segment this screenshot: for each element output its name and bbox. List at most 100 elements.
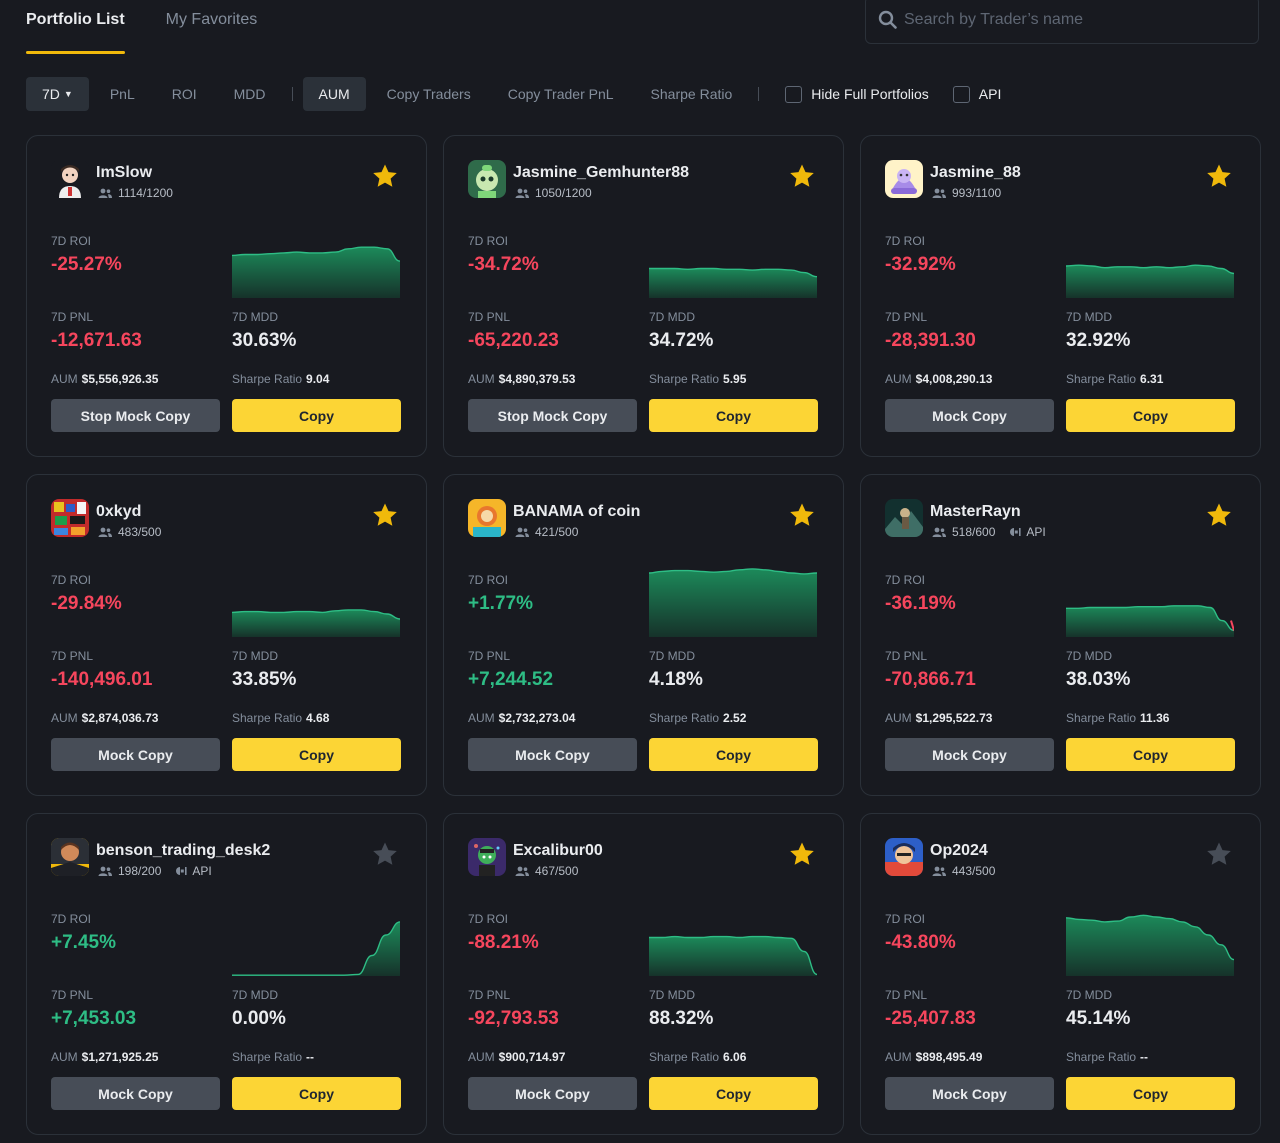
trader-name[interactable]: ImSlow	[96, 164, 152, 182]
avatar[interactable]	[468, 838, 506, 876]
trader-name[interactable]: MasterRayn	[930, 503, 1021, 521]
avatar[interactable]	[468, 160, 506, 198]
api-checkbox[interactable]: API	[952, 85, 1001, 103]
trader-name[interactable]: Jasmine_88	[930, 164, 1021, 182]
people-icon	[515, 866, 529, 876]
trader-name[interactable]: Excalibur00	[513, 842, 603, 860]
aum-value: $4,890,379.53	[498, 372, 576, 386]
copy-button[interactable]: Copy	[649, 1077, 818, 1110]
avatar[interactable]	[885, 838, 923, 876]
search-icon	[878, 10, 898, 30]
sparkline-area	[232, 921, 400, 976]
copy-button[interactable]: Copy	[1066, 738, 1235, 771]
sharpe-value: 4.68	[306, 711, 330, 725]
mock-copy-button[interactable]: Mock Copy	[51, 738, 220, 771]
sort-aum[interactable]: AUM	[302, 77, 366, 111]
favorite-star-icon[interactable]	[371, 841, 399, 868]
favorite-star-icon[interactable]	[371, 502, 399, 529]
pnl-label: 7D PNL	[51, 310, 94, 324]
mock-copy-button[interactable]: Stop Mock Copy	[51, 399, 220, 432]
avatar[interactable]	[885, 499, 923, 537]
roi-value: -88.21%	[468, 932, 539, 953]
portfolio-card[interactable]: ImSlow 1114/1200 API 7D ROI -25.27% 7D P…	[26, 135, 427, 457]
aum-value: $1,271,925.25	[81, 1050, 159, 1064]
avatar[interactable]	[468, 499, 506, 537]
mock-copy-button[interactable]: Mock Copy	[468, 738, 637, 771]
copy-button[interactable]: Copy	[232, 399, 401, 432]
favorite-star-icon[interactable]	[788, 502, 816, 529]
followers-count: 467/500	[535, 864, 579, 878]
followers-count: 421/500	[535, 525, 579, 539]
copy-button[interactable]: Copy	[649, 399, 818, 432]
trader-name[interactable]: 0xkyd	[96, 503, 141, 521]
portfolio-card[interactable]: Jasmine_Gemhunter88 1050/1200 API 7D ROI…	[443, 135, 844, 457]
portfolio-card[interactable]: benson_trading_desk2 198/200 API 7D ROI …	[26, 813, 427, 1135]
mock-copy-button[interactable]: Mock Copy	[885, 738, 1054, 771]
people-icon	[932, 866, 946, 876]
pnl-sparkline	[1066, 555, 1234, 637]
copy-button[interactable]: Copy	[232, 1077, 401, 1110]
sort-sharpe-ratio[interactable]: Sharpe Ratio	[635, 77, 749, 111]
copy-button[interactable]: Copy	[1066, 399, 1235, 432]
sort-copy-traders[interactable]: Copy Traders	[371, 77, 487, 111]
sort-copy-trader-pnl[interactable]: Copy Trader PnL	[492, 77, 630, 111]
avatar[interactable]	[51, 160, 89, 198]
roi-value: -25.27%	[51, 254, 122, 275]
trader-name[interactable]: benson_trading_desk2	[96, 842, 270, 860]
period-dropdown[interactable]: 7D ▼	[26, 77, 89, 111]
favorite-star-icon[interactable]	[788, 841, 816, 868]
avatar[interactable]	[51, 838, 89, 876]
copy-button[interactable]: Copy	[232, 738, 401, 771]
trader-name[interactable]: BANAMA of coin	[513, 503, 640, 521]
aum-row: AUM $4,890,379.53	[468, 372, 575, 386]
favorite-star-icon[interactable]	[1205, 163, 1233, 190]
mock-copy-button[interactable]: Mock Copy	[885, 399, 1054, 432]
favorite-star-icon[interactable]	[371, 163, 399, 190]
sharpe-label: Sharpe Ratio	[232, 1050, 303, 1064]
mock-copy-button[interactable]: Stop Mock Copy	[468, 399, 637, 432]
checkbox-label: Hide Full Portfolios	[811, 86, 929, 102]
mdd-value: 4.18%	[649, 669, 703, 690]
tab-portfolio-list[interactable]: Portfolio List	[26, 0, 125, 54]
avatar[interactable]	[885, 160, 923, 198]
sort-pnl[interactable]: PnL	[94, 77, 151, 111]
trader-name[interactable]: Jasmine_Gemhunter88	[513, 164, 689, 182]
aum-label: AUM	[885, 711, 912, 725]
pnl-label: 7D PNL	[51, 649, 94, 663]
roi-value: +7.45%	[51, 932, 116, 953]
mock-copy-button[interactable]: Mock Copy	[468, 1077, 637, 1110]
avatar[interactable]	[51, 499, 89, 537]
portfolio-card[interactable]: BANAMA of coin 421/500 API 7D ROI +1.77%…	[443, 474, 844, 796]
mock-copy-button[interactable]: Mock Copy	[885, 1077, 1054, 1110]
checkbox-box[interactable]	[785, 85, 803, 103]
favorite-star-icon[interactable]	[1205, 502, 1233, 529]
copy-button[interactable]: Copy	[1066, 1077, 1235, 1110]
portfolio-card[interactable]: Jasmine_88 993/1100 API 7D ROI -32.92% 7…	[860, 135, 1261, 457]
portfolio-card[interactable]: Excalibur00 467/500 API 7D ROI -88.21% 7…	[443, 813, 844, 1135]
portfolio-card[interactable]: Op2024 443/500 API 7D ROI -43.80% 7D PNL…	[860, 813, 1261, 1135]
search-box[interactable]	[865, 0, 1259, 44]
search-input[interactable]	[904, 11, 1244, 29]
tab-my-favorites[interactable]: My Favorites	[166, 0, 258, 54]
sort-roi[interactable]: ROI	[156, 77, 213, 111]
sort-mdd[interactable]: MDD	[218, 77, 282, 111]
sharpe-value: 6.06	[723, 1050, 747, 1064]
sharpe-label: Sharpe Ratio	[232, 372, 303, 386]
followers-row: 518/600 API	[932, 525, 1046, 539]
pnl-sparkline	[649, 894, 817, 976]
portfolio-card[interactable]: MasterRayn 518/600 API 7D ROI -36.19% 7D…	[860, 474, 1261, 796]
copy-button[interactable]: Copy	[649, 738, 818, 771]
trader-name[interactable]: Op2024	[930, 842, 988, 860]
hide-full-portfolios-checkbox[interactable]: Hide Full Portfolios	[785, 85, 929, 103]
mock-copy-button[interactable]: Mock Copy	[51, 1077, 220, 1110]
checkbox-box[interactable]	[952, 85, 970, 103]
pnl-sparkline	[232, 555, 400, 637]
pnl-value: -25,407.83	[885, 1008, 976, 1029]
favorite-star-icon[interactable]	[788, 163, 816, 190]
mdd-label: 7D MDD	[1066, 649, 1113, 663]
portfolio-card[interactable]: 0xkyd 483/500 API 7D ROI -29.84% 7D PNL …	[26, 474, 427, 796]
favorite-star-icon[interactable]	[1205, 841, 1233, 868]
pnl-value: -70,866.71	[885, 669, 976, 690]
mdd-label: 7D MDD	[1066, 310, 1113, 324]
mdd-label: 7D MDD	[649, 649, 696, 663]
